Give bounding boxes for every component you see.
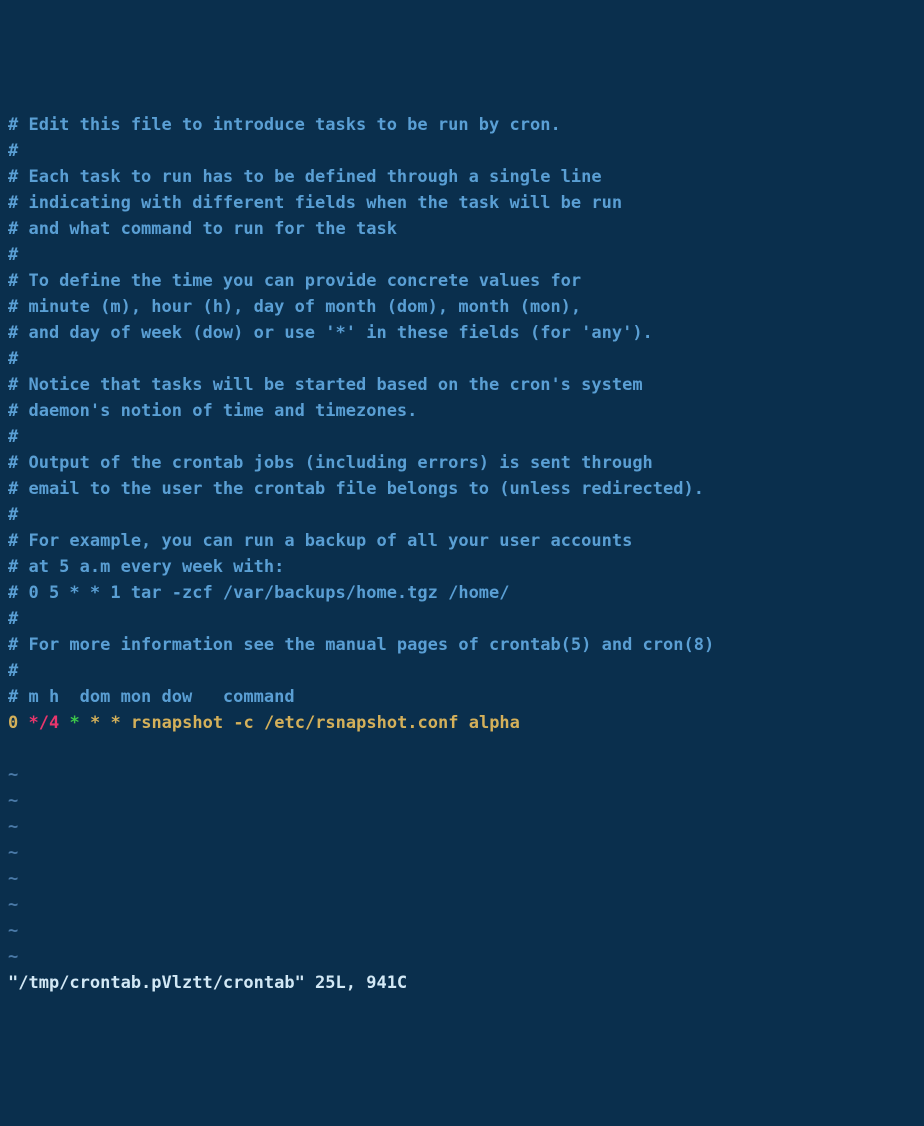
comment-line: # 0 5 * * 1 tar -zcf /var/backups/home.t… xyxy=(8,583,510,603)
cron-dom: * xyxy=(69,713,79,733)
empty-line-tilde: ~ xyxy=(8,947,18,967)
empty-line-tilde: ~ xyxy=(8,765,18,785)
comment-line: # m h dom mon dow command xyxy=(8,687,295,707)
comment-line: # indicating with different fields when … xyxy=(8,193,622,213)
comment-line: # xyxy=(8,661,18,681)
empty-line-tilde: ~ xyxy=(8,817,18,837)
comment-line: # xyxy=(8,245,18,265)
comment-line: # xyxy=(8,141,18,161)
cron-dow: * xyxy=(110,713,120,733)
empty-line-tilde: ~ xyxy=(8,843,18,863)
comment-line: # minute (m), hour (h), day of month (do… xyxy=(8,297,581,317)
comment-line: # at 5 a.m every week with: xyxy=(8,557,284,577)
comment-line: # xyxy=(8,427,18,447)
comment-line: # Notice that tasks will be started base… xyxy=(8,375,643,395)
comment-line: # and what command to run for the task xyxy=(8,219,397,239)
empty-line-tilde: ~ xyxy=(8,869,18,889)
comment-line: # Output of the crontab jobs (including … xyxy=(8,453,653,473)
empty-line-tilde: ~ xyxy=(8,791,18,811)
comment-line: # For more information see the manual pa… xyxy=(8,635,714,655)
comment-line: # For example, you can run a backup of a… xyxy=(8,531,632,551)
comment-line: # and day of week (dow) or use '*' in th… xyxy=(8,323,653,343)
comment-line: # Edit this file to introduce tasks to b… xyxy=(8,115,561,135)
cron-command: rsnapshot -c /etc/rsnapshot.conf alpha xyxy=(131,713,520,733)
empty-line-tilde: ~ xyxy=(8,921,18,941)
comment-line: # email to the user the crontab file bel… xyxy=(8,479,704,499)
comment-line: # Each task to run has to be defined thr… xyxy=(8,167,602,187)
comment-line: # To define the time you can provide con… xyxy=(8,271,581,291)
vim-status-line: "/tmp/crontab.pVlztt/crontab" 25L, 941C xyxy=(8,973,407,993)
cron-hour: */4 xyxy=(29,713,60,733)
cron-minute: 0 xyxy=(8,713,18,733)
cron-mon: * xyxy=(90,713,100,733)
editor-buffer[interactable]: # Edit this file to introduce tasks to b… xyxy=(8,112,916,996)
comment-line: # xyxy=(8,609,18,629)
comment-line: # xyxy=(8,505,18,525)
comment-line: # daemon's notion of time and timezones. xyxy=(8,401,417,421)
empty-line-tilde: ~ xyxy=(8,895,18,915)
comment-line: # xyxy=(8,349,18,369)
